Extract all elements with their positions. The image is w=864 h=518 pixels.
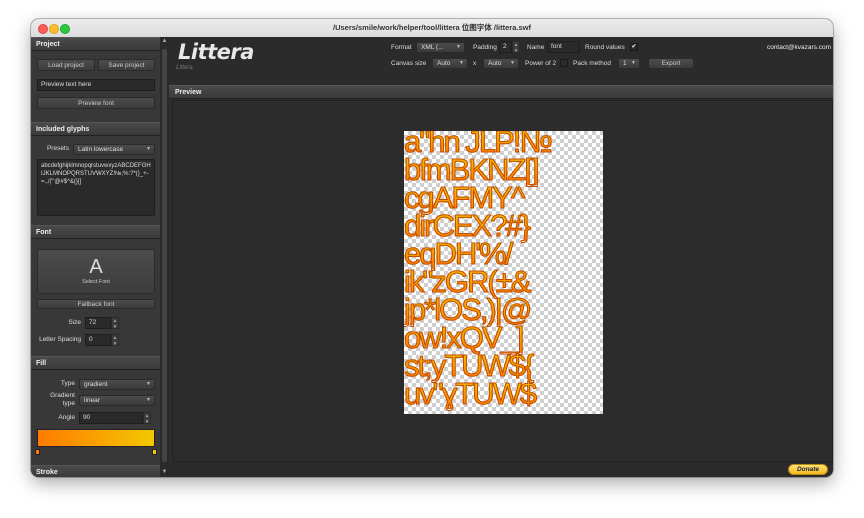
canvas-width-value: Auto xyxy=(437,60,451,67)
padding-label: Padding xyxy=(473,44,497,51)
glyphs-textarea[interactable]: abcdefghijklmnopqrstuvwxyzABCDEFGHIJKLMN… xyxy=(37,159,155,216)
canvas-x-label: x xyxy=(473,60,477,67)
window-title: /Users/smile/work/helper/tool/littera 位图… xyxy=(333,23,531,32)
select-font-label: Select Font xyxy=(82,279,110,285)
size-label: Size xyxy=(68,319,81,326)
scrollbar-thumb[interactable] xyxy=(162,49,167,462)
pack-method-select[interactable]: 1 ▼ xyxy=(618,58,640,69)
littera-logo: Littera xyxy=(178,40,254,64)
chevron-down-icon: ▼ xyxy=(510,60,515,66)
round-values-checkbox[interactable]: ✔ xyxy=(630,43,638,51)
select-font-button[interactable]: A Select Font xyxy=(37,249,155,294)
font-preview-glyph: A xyxy=(89,256,103,278)
save-project-button[interactable]: Save project xyxy=(98,59,155,71)
name-label: Name xyxy=(527,44,545,51)
canvas-width-select[interactable]: Auto ▼ xyxy=(432,58,468,69)
name-input[interactable]: font xyxy=(547,41,580,53)
round-values-label: Round values xyxy=(585,44,625,51)
fill-type-select[interactable]: gradient ▼ xyxy=(79,379,155,390)
left-panel-scrollbar[interactable]: ▲ ▼ xyxy=(160,37,169,477)
angle-label: Angle xyxy=(58,414,75,421)
canvas-height-select[interactable]: Auto ▼ xyxy=(483,58,519,69)
letter-spacing-input[interactable]: 0 xyxy=(85,334,111,346)
gradient-type-value: linear xyxy=(84,397,100,404)
fill-type-value: gradient xyxy=(84,381,108,388)
font-section-header[interactable]: Font xyxy=(31,225,160,239)
project-section-header[interactable]: Project xyxy=(31,37,160,51)
gradient-stop-end-handle[interactable] xyxy=(152,449,157,455)
preview-font-button[interactable]: Preview font xyxy=(37,97,155,109)
chevron-down-icon: ▼ xyxy=(146,397,151,403)
glyph-atlas-preview: a"hn JLP!№ bfmBKNZ[] cgAFMY^ dirCEX?#} e… xyxy=(404,131,603,414)
chevron-down-icon: ▼ xyxy=(631,60,636,66)
preview-section-header: Preview xyxy=(169,85,833,99)
angle-input[interactable]: 90 xyxy=(79,412,143,424)
padding-stepper[interactable]: ▲ ▼ xyxy=(512,41,520,53)
gradient-type-select[interactable]: linear ▼ xyxy=(79,395,155,406)
chevron-down-icon: ▼ xyxy=(146,146,151,152)
format-select[interactable]: XML (... ▼ xyxy=(416,42,465,53)
fill-type-label: Type xyxy=(60,380,75,387)
presets-label: Presets xyxy=(46,145,69,152)
pack-method-value: 1 xyxy=(623,60,627,67)
canvas-size-label: Canvas size xyxy=(391,60,427,67)
letter-spacing-stepper[interactable]: ▲ ▼ xyxy=(111,334,119,346)
logo-reflection: Littera xyxy=(176,65,193,71)
included-glyphs-section-header[interactable]: Included glyphs xyxy=(31,122,160,136)
chevron-down-icon: ▼ xyxy=(146,381,151,387)
donate-button[interactable]: Donate xyxy=(788,464,828,475)
chevron-down-icon: ▼ xyxy=(459,60,464,66)
preview-text-input[interactable]: Preview text here xyxy=(37,79,155,91)
chevron-down-icon: ▼ xyxy=(456,44,461,50)
bottom-bar: Donate xyxy=(169,462,833,477)
format-label: Format xyxy=(391,44,412,51)
gradient-preview-bar[interactable] xyxy=(37,429,155,447)
fill-section-header[interactable]: Fill xyxy=(31,356,160,370)
gradient-type-label: Gradient type xyxy=(50,392,75,407)
stroke-section-header[interactable]: Stroke xyxy=(31,465,160,477)
padding-input[interactable]: 2 xyxy=(499,41,512,53)
left-panel: Project Load project Save project Previe… xyxy=(31,37,160,477)
scroll-down-icon[interactable]: ▼ xyxy=(160,468,169,477)
letter-spacing-label: Letter Spacing xyxy=(39,336,81,343)
export-button[interactable]: Export xyxy=(648,58,694,69)
load-project-button[interactable]: Load project xyxy=(37,59,95,71)
scroll-up-icon[interactable]: ▲ xyxy=(160,37,169,46)
top-toolbar: Littera Littera Format XML (... ▼ Paddin… xyxy=(169,37,833,85)
pack-method-label: Pack method xyxy=(573,60,611,67)
app-window: /Users/smile/work/helper/tool/littera 位图… xyxy=(31,19,833,477)
presets-value: Latin lowercase xyxy=(78,146,124,153)
size-input[interactable]: 72 xyxy=(85,317,111,329)
app-content: Project Load project Save project Previe… xyxy=(31,37,833,477)
gradient-stop-start-handle[interactable] xyxy=(35,449,40,455)
presets-select[interactable]: Latin lowercase ▼ xyxy=(73,144,155,155)
preview-area: a"hn JLP!№ bfmBKNZ[] cgAFMY^ dirCEX?#} e… xyxy=(172,100,833,462)
angle-stepper[interactable]: ▲ ▼ xyxy=(143,412,151,424)
power-of-2-checkbox[interactable] xyxy=(560,59,568,67)
glyph-row: uv"ɣTUW$ xyxy=(404,378,603,410)
fallback-font-button[interactable]: Fallback font xyxy=(37,299,155,309)
canvas-height-value: Auto xyxy=(488,60,502,67)
contact-email[interactable]: contact@kvazars.com xyxy=(767,44,831,51)
format-value: XML (... xyxy=(421,44,444,51)
size-stepper[interactable]: ▲ ▼ xyxy=(111,317,119,329)
power-of-2-label: Power of 2 xyxy=(525,60,557,67)
title-bar: /Users/smile/work/helper/tool/littera 位图… xyxy=(31,19,833,38)
